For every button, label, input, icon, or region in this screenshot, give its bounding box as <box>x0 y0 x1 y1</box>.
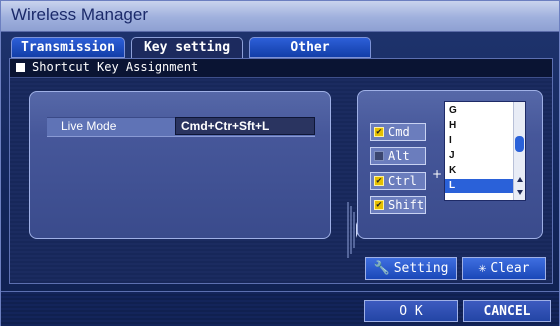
list-item[interactable]: G <box>445 104 513 118</box>
bottom-bar: O K CANCEL <box>1 291 559 326</box>
modifier-shift-checkbox[interactable]: ✔ Shift <box>370 196 426 214</box>
modifier-alt-checkbox[interactable]: Alt <box>370 147 426 165</box>
clear-button-label: Clear <box>490 261 530 276</box>
plus-sign: + <box>432 167 443 181</box>
scrollbar-thumb[interactable] <box>515 136 524 152</box>
scroll-arrows-icon[interactable] <box>516 176 524 196</box>
title-bar: Wireless Manager <box>1 1 559 32</box>
modifier-label: Ctrl <box>388 174 417 188</box>
checkbox-checked-icon: ✔ <box>374 200 384 210</box>
assignment-row[interactable]: Live Mode Cmd+Ctr+Sft+L <box>47 117 315 137</box>
list-item[interactable]: H <box>445 119 513 133</box>
modifier-label: Cmd <box>388 125 410 139</box>
assignment-value: Cmd+Ctr+Sft+L <box>175 117 315 135</box>
checkbox-checked-icon: ✔ <box>374 127 384 137</box>
cancel-button[interactable]: CANCEL <box>463 300 551 322</box>
sparkle-icon: ✳ <box>478 261 487 276</box>
wireless-manager-window: Wireless Manager Transmission Key settin… <box>0 0 560 326</box>
modifier-cmd-checkbox[interactable]: ✔ Cmd <box>370 123 426 141</box>
list-item[interactable]: I <box>445 134 513 148</box>
assignment-box: Live Mode Cmd+Ctr+Sft+L <box>29 91 331 239</box>
list-item[interactable]: J <box>445 149 513 163</box>
modifier-ctrl-checkbox[interactable]: ✔ Ctrl <box>370 172 426 190</box>
assignment-label: Live Mode <box>61 119 117 133</box>
tab-other[interactable]: Other <box>249 37 371 58</box>
setting-button-label: Setting <box>393 261 449 276</box>
window-title: Wireless Manager <box>11 5 148 24</box>
tab-transmission[interactable]: Transmission <box>11 37 125 58</box>
list-item[interactable]: K <box>445 164 513 178</box>
setting-button[interactable]: 🔧 Setting <box>365 257 457 280</box>
key-setting-panel: Shortcut Key Assignment Live Mode Cmd+Ct… <box>9 58 553 284</box>
ok-button[interactable]: O K <box>364 300 458 322</box>
key-listbox[interactable]: G H I J K L <box>444 101 526 201</box>
modifier-label: Alt <box>388 149 410 163</box>
tab-key-setting[interactable]: Key setting <box>131 37 243 60</box>
wrench-icon: 🔧 <box>373 261 390 276</box>
panel-header: Shortcut Key Assignment <box>10 59 552 78</box>
panel-title: Shortcut Key Assignment <box>32 60 199 74</box>
checkbox-checked-icon: ✔ <box>374 176 384 186</box>
clear-button[interactable]: ✳ Clear <box>462 257 546 280</box>
listbox-scrollbar[interactable] <box>513 102 525 200</box>
key-combination-box: ✔ Cmd Alt ✔ Ctrl ✔ Shift + G H I J K L <box>357 90 543 239</box>
list-item-selected[interactable]: L <box>445 179 513 193</box>
modifier-label: Shift <box>388 198 425 212</box>
square-icon <box>16 63 25 72</box>
checkbox-unchecked-icon <box>374 151 384 161</box>
